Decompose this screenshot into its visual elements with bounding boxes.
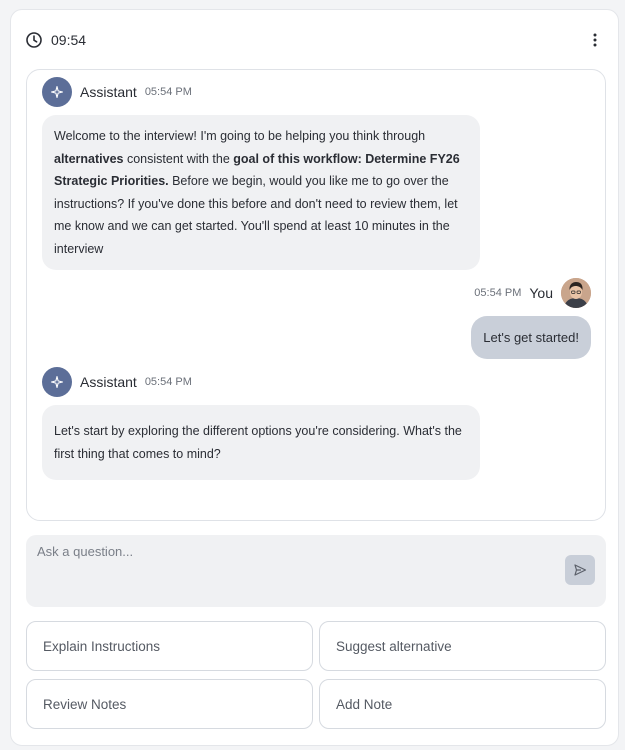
user-message-bubble: Let's get started! [471, 316, 591, 359]
assistant-avatar [42, 77, 72, 107]
sparkle-icon [50, 85, 64, 99]
sender-name: Assistant [80, 84, 137, 100]
assistant-message-header: Assistant 05:54 PM [42, 367, 192, 397]
suggest-alternative-button[interactable]: Suggest alternative [319, 621, 606, 671]
message-timestamp: 05:54 PM [474, 287, 522, 299]
question-input[interactable] [37, 541, 537, 561]
more-vertical-icon[interactable] [586, 31, 604, 49]
timer-text: 09:54 [51, 32, 87, 48]
assistant-message-bubble: Welcome to the interview! I'm going to b… [42, 115, 480, 270]
send-icon [574, 564, 587, 576]
sender-name: You [529, 285, 553, 301]
message-timestamp: 05:54 PM [144, 86, 192, 98]
user-message-header: 05:54 PM You [474, 278, 591, 308]
review-notes-button[interactable]: Review Notes [26, 679, 313, 729]
assistant-avatar [42, 367, 72, 397]
message-timestamp: 05:54 PM [144, 376, 192, 388]
clock-icon [25, 31, 43, 49]
question-input-box [26, 535, 606, 607]
send-button[interactable] [565, 555, 595, 585]
add-note-button[interactable]: Add Note [319, 679, 606, 729]
sparkle-icon [50, 375, 64, 389]
assistant-message-bubble: Let's start by exploring the different o… [42, 405, 480, 480]
assistant-message-header: Assistant 05:54 PM [42, 77, 192, 107]
user-avatar [561, 278, 591, 308]
sender-name: Assistant [80, 374, 137, 390]
chat-panel: 09:54 Assistant 05:54 PM Welcome to the … [10, 9, 619, 746]
explain-instructions-button[interactable]: Explain Instructions [26, 621, 313, 671]
message-list[interactable]: Assistant 05:54 PM Welcome to the interv… [26, 69, 606, 521]
panel-header: 09:54 [25, 28, 604, 52]
